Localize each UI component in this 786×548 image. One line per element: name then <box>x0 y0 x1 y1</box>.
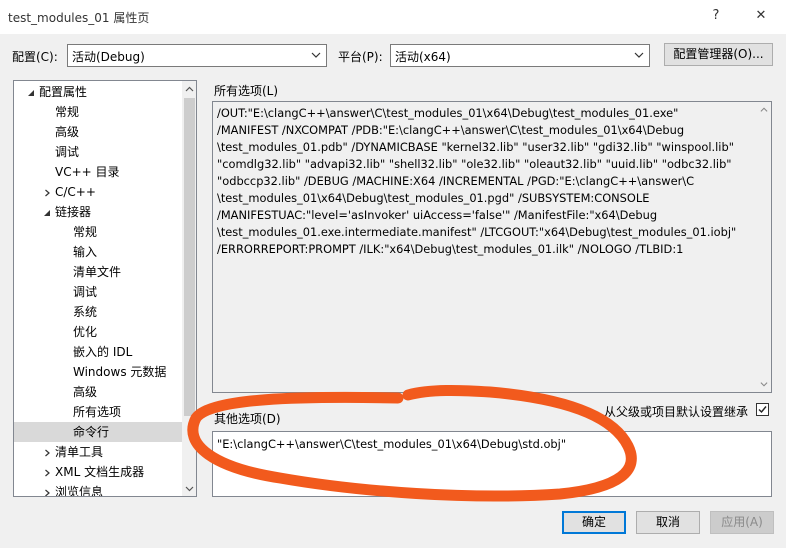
other-options-textbox[interactable]: "E:\clangC++\answer\C\test_modules_01\x6… <box>212 431 772 497</box>
tree-item-label: 常规 <box>73 225 98 239</box>
tree-item[interactable]: 高级 <box>14 122 182 142</box>
other-options-value: "E:\clangC++\answer\C\test_modules_01\x6… <box>217 437 567 451</box>
ok-button[interactable]: 确定 <box>562 511 626 534</box>
window-title: test_modules_01 属性页 <box>8 11 150 25</box>
tree-item[interactable]: 清单工具 <box>14 442 182 462</box>
scroll-thumb[interactable] <box>184 98 195 416</box>
config-label: 配置(C): <box>12 50 58 64</box>
tree-item-label: C/C++ <box>55 185 96 199</box>
tree-item-label: 链接器 <box>55 205 92 219</box>
tree-item[interactable]: 所有选项 <box>14 402 182 422</box>
all-options-line: \test_modules_01.pdb" /DYNAMICBASE "kern… <box>217 140 734 154</box>
collapsed-chevron-icon[interactable] <box>43 449 51 457</box>
all-options-textbox[interactable]: /OUT:"E:\clangC++\answer\C\test_modules_… <box>212 101 772 393</box>
expanded-triangle-icon[interactable] <box>27 89 35 97</box>
tree-item[interactable]: VC++ 目录 <box>14 162 182 182</box>
all-options-label: 所有选项(L) <box>214 84 279 98</box>
scroll-down-icon[interactable] <box>185 484 194 493</box>
property-tree[interactable]: 配置属性 常规 高级 调试 VC++ 目录 C/C++ 链接器 常规 输入 清单文件 调试 系统 优化嵌… <box>13 80 197 497</box>
inherit-checkbox[interactable] <box>756 403 769 416</box>
tree-item-label: 常规 <box>55 105 80 119</box>
inherit-label: 从父级或项目默认设置继承 <box>604 405 749 419</box>
platform-dropdown[interactable]: 活动(x64) <box>390 44 650 67</box>
tree-item[interactable]: 清单文件 <box>14 262 182 282</box>
tree-item[interactable]: 优化 <box>14 322 182 342</box>
help-button[interactable]: ? <box>704 4 728 28</box>
tree-item-label: 配置属性 <box>39 85 88 99</box>
platform-value: 活动(x64) <box>395 50 451 64</box>
scroll-up-icon[interactable] <box>760 106 768 114</box>
tree-item-label: Windows 元数据 <box>73 365 167 379</box>
all-options-line: /MANIFESTUAC:"level='asInvoker' uiAccess… <box>217 208 658 222</box>
tree-item[interactable]: 链接器 <box>14 202 182 222</box>
close-button[interactable]: ✕ <box>744 4 778 28</box>
chevron-down-icon <box>634 52 644 58</box>
tree-item-label: 高级 <box>73 385 98 399</box>
all-options-line: \test_modules_01.exe.intermediate.manife… <box>217 225 737 239</box>
collapsed-chevron-icon[interactable] <box>43 189 51 197</box>
tree-item[interactable]: 常规 <box>14 102 182 122</box>
tree-item[interactable]: 输入 <box>14 242 182 262</box>
tree-item[interactable]: 嵌入的 IDL <box>14 342 182 362</box>
tree-item[interactable]: 常规 <box>14 222 182 242</box>
config-manager-button[interactable]: 配置管理器(O)... <box>664 43 773 66</box>
title-bar: test_modules_01 属性页 ? ✕ <box>0 0 786 34</box>
tree-item-label: 系统 <box>73 305 98 319</box>
tree-item[interactable]: 系统 <box>14 302 182 322</box>
chevron-down-icon <box>311 52 321 58</box>
tree-item-label: 命令行 <box>73 425 110 439</box>
all-options-line: "odbccp32.lib" /DEBUG /MACHINE:X64 /INCR… <box>217 174 695 188</box>
expanded-triangle-icon[interactable] <box>43 209 51 217</box>
tree-item-label: 清单文件 <box>73 265 122 279</box>
tree-item[interactable]: C/C++ <box>14 182 182 202</box>
collapsed-chevron-icon[interactable] <box>43 469 51 477</box>
tree-item[interactable]: 浏览信息 <box>14 482 182 497</box>
tree-item-label: 调试 <box>73 285 98 299</box>
collapsed-chevron-icon[interactable] <box>43 489 51 497</box>
tree-item[interactable]: XML 文档生成器 <box>14 462 182 482</box>
apply-button[interactable]: 应用(A) <box>710 511 774 534</box>
tree-item[interactable]: 调试 <box>14 142 182 162</box>
tree-scrollbar[interactable] <box>182 81 196 496</box>
all-options-line: "comdlg32.lib" "advapi32.lib" "shell32.l… <box>217 157 732 171</box>
cancel-button[interactable]: 取消 <box>636 511 700 534</box>
tree-item[interactable]: 命令行 <box>14 422 182 442</box>
tree-item-label: 浏览信息 <box>55 485 104 497</box>
tree-item-label: 高级 <box>55 125 80 139</box>
config-dropdown[interactable]: 活动(Debug) <box>67 44 327 67</box>
all-options-line: /ERRORREPORT:PROMPT /ILK:"x64\Debug\test… <box>217 242 684 256</box>
other-options-label: 其他选项(D) <box>214 412 281 426</box>
tree-item-label: 所有选项 <box>73 405 122 419</box>
all-options-line: \test_modules_01\x64\Debug\test_modules_… <box>217 191 650 205</box>
tree-item-label: 优化 <box>73 325 98 339</box>
tree-item[interactable]: 配置属性 <box>14 82 182 102</box>
scroll-up-icon[interactable] <box>185 85 194 94</box>
all-options-line: /MANIFEST /NXCOMPAT /PDB:"E:\clangC++\an… <box>217 123 685 137</box>
platform-label: 平台(P): <box>338 50 383 64</box>
tree-item-label: 调试 <box>55 145 80 159</box>
all-options-line: /OUT:"E:\clangC++\answer\C\test_modules_… <box>217 106 679 120</box>
tree-item-label: 清单工具 <box>55 445 104 459</box>
scroll-down-icon[interactable] <box>760 380 768 388</box>
tree-item[interactable]: 调试 <box>14 282 182 302</box>
check-icon <box>758 406 767 414</box>
tree-item-label: XML 文档生成器 <box>55 465 145 479</box>
tree-item[interactable]: Windows 元数据 <box>14 362 182 382</box>
config-value: 活动(Debug) <box>72 50 145 64</box>
tree-item-label: 嵌入的 IDL <box>73 345 133 359</box>
tree-item-label: 输入 <box>73 245 98 259</box>
tree-item[interactable]: 高级 <box>14 382 182 402</box>
tree-item-label: VC++ 目录 <box>55 165 120 179</box>
